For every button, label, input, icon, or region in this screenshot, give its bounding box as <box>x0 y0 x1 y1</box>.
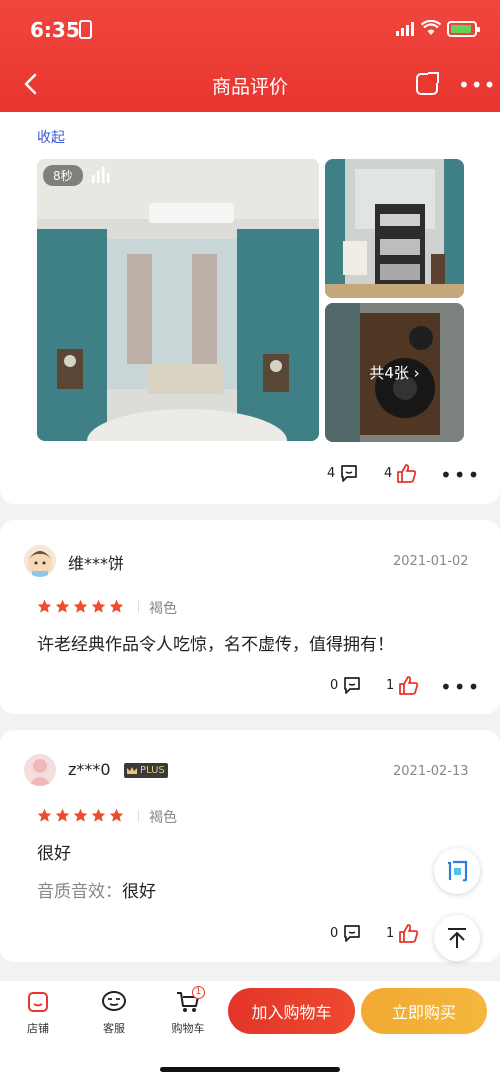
quality-line: 音质音效：很好 <box>37 877 156 902</box>
add-to-cart-button[interactable]: 加入购物车 <box>228 988 355 1034</box>
product-spec: 褐色 <box>149 601 177 617</box>
comment-count: 0 <box>330 925 339 941</box>
more-icon[interactable]: ••• <box>458 75 496 95</box>
scroll-top-button[interactable] <box>434 915 480 961</box>
avatar <box>24 754 56 786</box>
rating-stars <box>37 599 124 614</box>
star-icon <box>37 599 52 613</box>
comment-icon <box>344 677 361 694</box>
home-indicator <box>160 1067 340 1072</box>
like-count: 1 <box>386 925 395 941</box>
tab-cart[interactable]: 1 购物车 <box>158 986 218 1036</box>
status-time: 6:35 <box>30 18 80 42</box>
tab-store[interactable]: 店铺 <box>8 990 68 1036</box>
like-action[interactable]: 1 <box>386 675 420 695</box>
share-icon[interactable] <box>416 72 439 95</box>
tab-store-label: 店铺 <box>27 1022 49 1035</box>
more-photos-label: 共4张 <box>369 364 409 382</box>
ask-icon <box>448 860 468 882</box>
header-bar: 6:35 商品评价 ••• <box>0 0 500 112</box>
portrait-lock-icon <box>79 20 92 39</box>
plus-badge: PLUS <box>124 763 168 778</box>
collapse-link[interactable]: 收起 <box>37 127 65 147</box>
video-duration: 8秒 <box>43 165 83 186</box>
review-date: 2021-01-02 <box>393 554 469 569</box>
comment-action[interactable]: 4 <box>327 463 359 483</box>
service-icon <box>102 991 126 1011</box>
tab-service[interactable]: 客服 <box>84 990 144 1036</box>
wifi-icon <box>421 20 441 35</box>
battery-icon <box>447 21 480 37</box>
star-icon <box>55 599 70 613</box>
like-count: 1 <box>386 677 395 693</box>
room-photo-main <box>37 159 319 441</box>
star-icon <box>91 808 106 822</box>
like-action[interactable]: 4 <box>384 463 418 483</box>
crown-icon <box>127 766 137 774</box>
review-date: 2021-02-13 <box>393 764 469 779</box>
rack-photo <box>325 159 464 298</box>
tab-service-label: 客服 <box>103 1022 125 1035</box>
comment-icon <box>341 465 358 482</box>
signal-icon <box>396 22 414 36</box>
username: z***0 <box>68 760 111 779</box>
comment-action[interactable]: 0 <box>330 675 362 695</box>
review-content: 很好 <box>37 844 71 864</box>
store-icon <box>28 992 48 1012</box>
comment-count: 0 <box>330 677 339 693</box>
status-bar: 6:35 <box>0 0 500 58</box>
thumbs-up-icon <box>399 676 419 695</box>
tab-cart-label: 购物车 <box>171 1022 205 1035</box>
plus-badge-label: PLUS <box>140 765 165 776</box>
comment-icon <box>344 925 361 942</box>
buy-now-button[interactable]: 立即购买 <box>361 988 487 1034</box>
ask-button[interactable] <box>434 848 480 894</box>
thumbs-up-icon <box>399 924 419 943</box>
avatar <box>24 545 56 577</box>
review-photo-2[interactable]: 共4张 › <box>325 303 464 442</box>
star-icon <box>109 599 124 613</box>
scroll-top-icon <box>448 928 466 948</box>
divider <box>138 810 139 822</box>
quality-value: 很好 <box>122 882 156 902</box>
quality-label: 音质音效： <box>37 882 122 902</box>
star-icon <box>109 808 124 822</box>
like-count: 4 <box>384 465 393 481</box>
star-icon <box>91 599 106 613</box>
product-spec: 褐色 <box>149 810 177 826</box>
star-icon <box>73 599 88 613</box>
more-photos-overlay[interactable]: 共4张 › <box>325 303 464 442</box>
audio-bars-icon <box>92 167 110 183</box>
review-more-icon[interactable]: ••• <box>440 677 481 697</box>
comment-count: 4 <box>327 465 336 481</box>
username: 维***饼 <box>68 554 125 573</box>
cart-badge: 1 <box>192 986 205 999</box>
star-icon <box>37 808 52 822</box>
review-photo-1[interactable] <box>325 159 464 298</box>
rating-stars <box>37 808 124 823</box>
chevron-right-icon: › <box>408 363 420 382</box>
divider <box>138 601 139 613</box>
star-icon <box>73 808 88 822</box>
star-icon <box>55 808 70 822</box>
thumbs-up-icon <box>397 464 417 483</box>
comment-action[interactable]: 0 <box>330 923 362 943</box>
review-video[interactable]: 8秒 <box>37 159 319 441</box>
like-action[interactable]: 1 <box>386 923 420 943</box>
review-more-icon[interactable]: ••• <box>440 465 481 485</box>
review-content: 许老经典作品令人吃惊，名不虚传，值得拥有！ <box>37 635 394 655</box>
